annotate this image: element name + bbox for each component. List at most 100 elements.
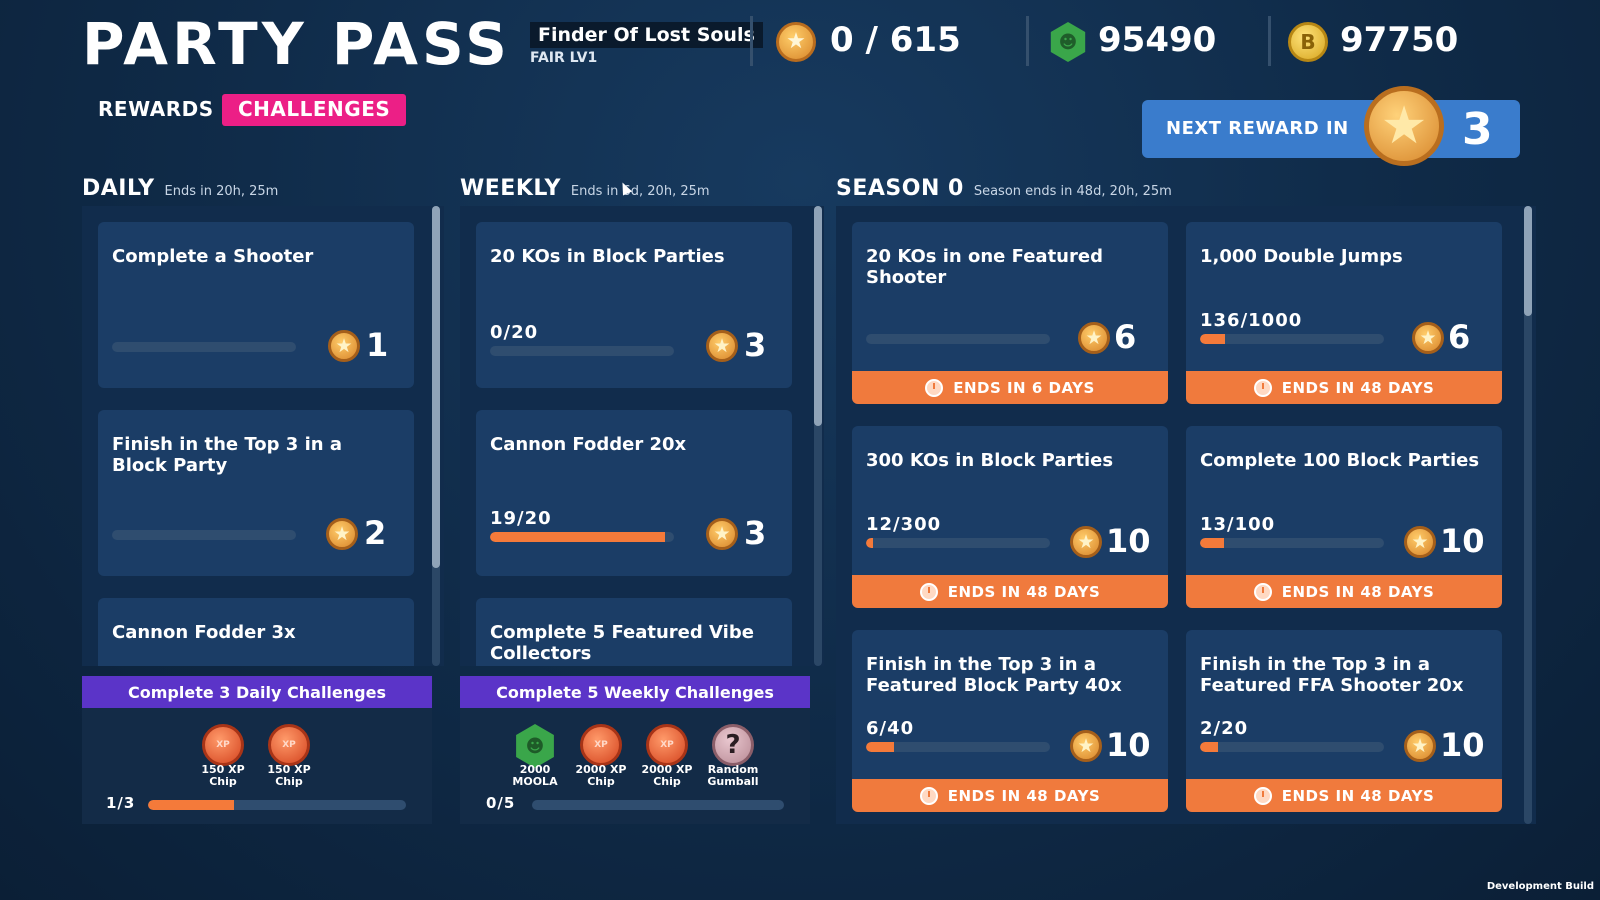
xp-chip-icon: XP bbox=[202, 724, 244, 766]
next-reward-count: 3 bbox=[1462, 104, 1493, 155]
challenge-card[interactable]: Finish in the Top 3 in a Block Party ★ 2 bbox=[98, 410, 414, 576]
challenge-card[interactable]: Complete 5 Featured Vibe Collectors bbox=[476, 598, 792, 666]
scrollbar-thumb[interactable] bbox=[814, 206, 822, 426]
next-reward-banner: NEXT REWARD IN ★ 3 bbox=[1142, 86, 1520, 166]
group-progress-text: 1/3 bbox=[106, 794, 136, 812]
progress-text: 136/1000 bbox=[1200, 310, 1303, 331]
reward-amount: 10 bbox=[1106, 726, 1151, 764]
challenge-card[interactable]: Cannon Fodder 20x 19/20 ★ 3 bbox=[476, 410, 792, 576]
star-icon: ★ bbox=[1404, 730, 1436, 762]
timer-icon bbox=[919, 582, 938, 601]
scrollbar[interactable] bbox=[432, 206, 440, 666]
reward-amount: 3 bbox=[744, 514, 767, 552]
star-icon: ★ bbox=[1070, 526, 1102, 558]
ends-text: ENDS IN 48 DAYS bbox=[1281, 582, 1435, 601]
challenge-title: Cannon Fodder 3x bbox=[112, 622, 296, 643]
reward-amount: 6 bbox=[1114, 318, 1137, 356]
progress-text: 0/20 bbox=[490, 322, 539, 343]
group-progress-bar bbox=[532, 800, 784, 810]
star-icon: ★ bbox=[706, 518, 738, 550]
xp-chip-icon: XP bbox=[580, 724, 622, 766]
season-title: SEASON 0 bbox=[836, 176, 964, 201]
ends-text: ENDS IN 48 DAYS bbox=[947, 786, 1101, 805]
reward-label: 2000 XP Chip bbox=[575, 763, 627, 788]
daily-group-title: Complete 3 Daily Challenges bbox=[82, 676, 432, 708]
gumball-icon: ? bbox=[712, 724, 754, 766]
star-icon: ★ bbox=[706, 330, 738, 362]
scrollbar[interactable] bbox=[1524, 206, 1532, 824]
weekly-header: WEEKLY Ends in 6d, 20h, 25m bbox=[460, 176, 710, 201]
reward-amount: 3 bbox=[744, 326, 767, 364]
dev-build-label: Development Build bbox=[1486, 881, 1594, 892]
progress-bar bbox=[1200, 742, 1384, 752]
challenge-title: 20 KOs in Block Parties bbox=[490, 246, 725, 267]
tab-rewards[interactable]: REWARDS bbox=[82, 94, 230, 126]
daily-subtitle: Ends in 20h, 25m bbox=[164, 184, 279, 199]
coins-count: 97750 bbox=[1340, 20, 1459, 60]
reward-amount: 10 bbox=[1440, 726, 1485, 764]
challenge-title: Cannon Fodder 20x bbox=[490, 434, 687, 455]
daily-header: DAILY Ends in 20h, 25m bbox=[82, 176, 278, 201]
challenge-card[interactable]: Finish in the Top 3 in a Featured Block … bbox=[852, 630, 1168, 812]
xp-chip-icon: XP bbox=[268, 724, 310, 766]
challenge-title: Finish in the Top 3 in a Featured Block … bbox=[866, 654, 1122, 696]
daily-title: DAILY bbox=[82, 176, 155, 201]
reward-amount: 1 bbox=[366, 326, 389, 364]
challenge-card[interactable]: 20 KOs in one Featured Shooter ★ 6 ENDS … bbox=[852, 222, 1168, 404]
challenge-card[interactable]: Finish in the Top 3 in a Featured FFA Sh… bbox=[1186, 630, 1502, 812]
star-icon: ★ bbox=[1364, 86, 1444, 166]
page-title: PARTY PASS bbox=[82, 10, 511, 78]
group-progress-text: 0/5 bbox=[486, 794, 516, 812]
challenge-card[interactable]: Complete a Shooter ★ 1 bbox=[98, 222, 414, 388]
reward-label: 2000 XP Chip bbox=[641, 763, 693, 788]
daily-panel[interactable]: Complete a Shooter ★ 1 Finish in the Top… bbox=[82, 206, 444, 666]
progress-text: 2/20 bbox=[1200, 718, 1249, 739]
challenge-title: Complete 5 Featured Vibe Collectors bbox=[490, 622, 754, 664]
progress-bar bbox=[866, 742, 1050, 752]
reward-amount: 6 bbox=[1448, 318, 1471, 356]
weekly-group-title: Complete 5 Weekly Challenges bbox=[460, 676, 810, 708]
challenge-card[interactable]: 20 KOs in Block Parties 0/20 ★ 3 bbox=[476, 222, 792, 388]
reward-label: Random Gumball bbox=[707, 763, 759, 788]
moola-hex-icon: ☻ bbox=[1050, 22, 1086, 62]
weekly-panel[interactable]: 20 KOs in Block Parties 0/20 ★ 3 Cannon … bbox=[460, 206, 824, 666]
star-coin-icon: ★ bbox=[776, 22, 816, 62]
tab-challenges[interactable]: CHALLENGES bbox=[222, 94, 407, 126]
scrollbar-thumb[interactable] bbox=[432, 206, 440, 568]
timer-icon bbox=[1253, 378, 1272, 397]
scrollbar[interactable] bbox=[814, 206, 822, 666]
challenge-title: Complete a Shooter bbox=[112, 246, 314, 267]
star-icon: ★ bbox=[326, 518, 358, 550]
reward-label: 2000 MOOLA bbox=[512, 763, 558, 788]
star-icon: ★ bbox=[1412, 322, 1444, 354]
progress-text: 19/20 bbox=[490, 508, 552, 529]
progress-bar bbox=[112, 342, 296, 352]
b-coin-icon: B bbox=[1288, 22, 1328, 62]
progress-bar bbox=[112, 530, 296, 540]
progress-text: 12/300 bbox=[866, 514, 942, 535]
progress-text: 13/100 bbox=[1200, 514, 1276, 535]
group-progress-bar bbox=[148, 800, 406, 810]
season-header: SEASON 0 Season ends in 48d, 20h, 25m bbox=[836, 176, 1172, 201]
challenge-title: 1,000 Double Jumps bbox=[1200, 246, 1403, 267]
header-divider bbox=[1026, 16, 1029, 66]
moola-count: 95490 bbox=[1098, 20, 1217, 60]
challenge-title: 300 KOs in Block Parties bbox=[866, 450, 1114, 471]
season-panel[interactable]: 20 KOs in one Featured Shooter ★ 6 ENDS … bbox=[836, 206, 1536, 824]
timer-icon bbox=[919, 786, 938, 805]
reward-amount: 2 bbox=[364, 514, 387, 552]
progress-bar bbox=[866, 334, 1050, 344]
reward-label: 150 XP Chip bbox=[201, 763, 245, 788]
challenge-card[interactable]: Cannon Fodder 3x bbox=[98, 598, 414, 666]
daily-group-rewards: XP 150 XP Chip XP 150 XP Chip 1/3 bbox=[82, 708, 432, 824]
ends-banner: ENDS IN 48 DAYS bbox=[1186, 371, 1502, 404]
star-icon: ★ bbox=[1404, 526, 1436, 558]
challenge-card[interactable]: Complete 100 Block Parties 13/100 ★ 10 E… bbox=[1186, 426, 1502, 608]
challenge-title: 20 KOs in one Featured Shooter bbox=[866, 246, 1103, 288]
reward-amount: 10 bbox=[1106, 522, 1151, 560]
scrollbar-thumb[interactable] bbox=[1524, 206, 1532, 316]
challenge-card[interactable]: 1,000 Double Jumps 136/1000 ★ 6 ENDS IN … bbox=[1186, 222, 1502, 404]
progress-bar bbox=[1200, 334, 1384, 344]
challenge-card[interactable]: 300 KOs in Block Parties 12/300 ★ 10 END… bbox=[852, 426, 1168, 608]
progress-bar bbox=[1200, 538, 1384, 548]
